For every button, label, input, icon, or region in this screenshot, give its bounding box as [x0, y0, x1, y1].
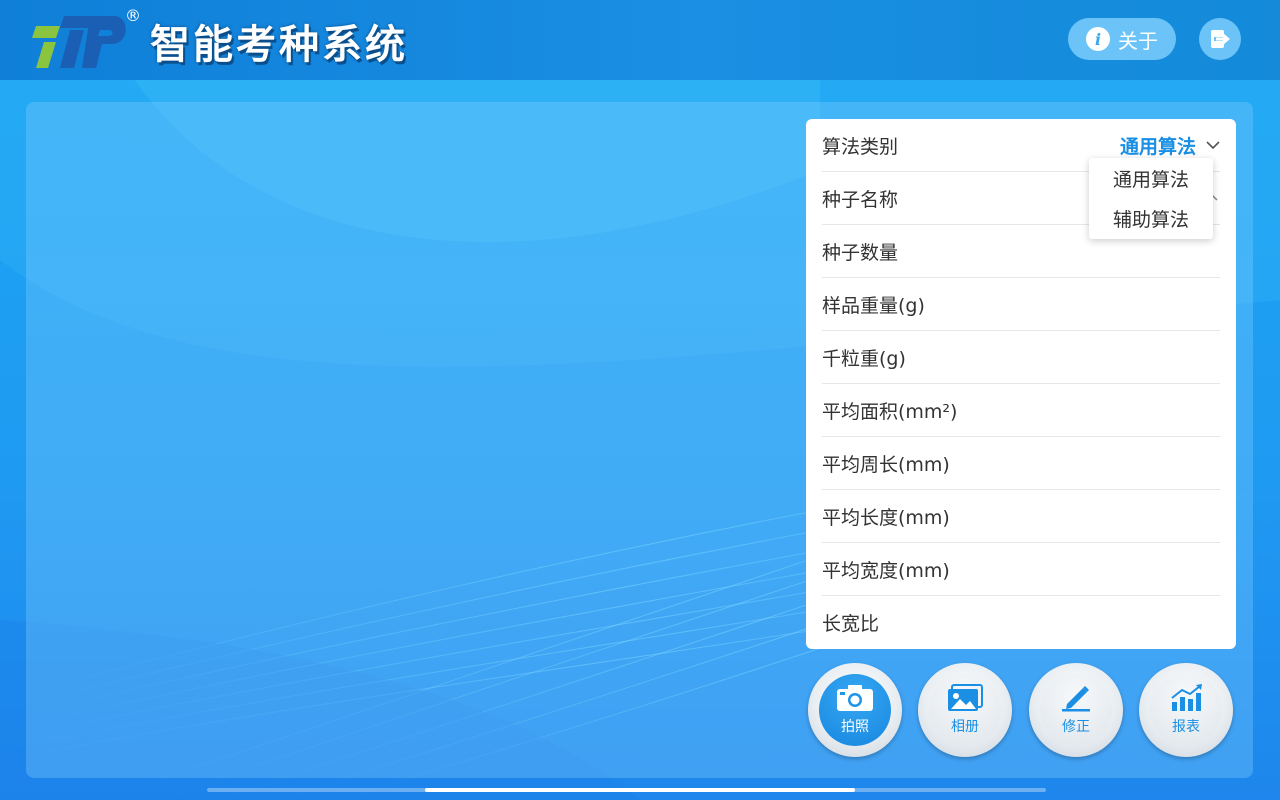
average-length-row: 平均长度(mm) — [822, 490, 1220, 543]
thousand-grain-weight-label: 千粒重(g) — [822, 347, 906, 370]
average-length-label: 平均长度(mm) — [822, 506, 950, 529]
app-title: 智能考种系统 — [150, 22, 408, 68]
thousand-grain-weight-row: 千粒重(g) — [822, 331, 1220, 384]
page-indicator — [207, 788, 1046, 792]
info-icon: i — [1086, 27, 1110, 51]
aspect-ratio-label: 长宽比 — [822, 613, 880, 635]
average-area-row: 平均面积(mm²) — [822, 384, 1220, 437]
dropdown-option-general[interactable]: 通用算法 — [1089, 158, 1213, 198]
edit-button-label: 修正 — [1062, 719, 1090, 735]
algorithm-dropdown: 通用算法 辅助算法 — [1089, 158, 1213, 239]
logout-icon — [1211, 30, 1230, 48]
camera-button-label: 拍照 — [841, 719, 869, 735]
gallery-button-label: 相册 — [951, 719, 979, 735]
camera-icon — [837, 685, 873, 711]
dropdown-option-auxiliary[interactable]: 辅助算法 — [1089, 198, 1213, 238]
gallery-icon — [948, 684, 983, 711]
registered-mark: ® — [125, 6, 141, 25]
seed-name-label: 种子名称 — [822, 188, 899, 211]
edit-button[interactable]: 修正 — [1029, 663, 1123, 757]
chevron-down-icon — [1206, 141, 1220, 150]
algorithm-value: 通用算法 — [1119, 135, 1196, 158]
average-perimeter-row: 平均周长(mm) — [822, 437, 1220, 490]
report-button-label: 报表 — [1172, 719, 1200, 735]
gallery-button[interactable]: 相册 — [918, 663, 1012, 757]
report-button[interactable]: 报表 — [1139, 663, 1233, 757]
sample-weight-row[interactable]: 样品重量(g) — [822, 278, 1220, 331]
camera-button[interactable]: 拍照 — [808, 663, 902, 757]
average-area-label: 平均面积(mm²) — [822, 400, 958, 423]
report-chart-icon — [1171, 684, 1202, 711]
page-indicator-thumb — [425, 788, 855, 792]
about-button-label: 关于 — [1118, 28, 1158, 53]
logout-button[interactable] — [1199, 18, 1241, 60]
average-width-row: 平均宽度(mm) — [822, 543, 1220, 596]
app-header: ® 智能考种系统 i 关于 — [0, 0, 1280, 80]
average-width-label: 平均宽度(mm) — [822, 559, 950, 582]
algorithm-select[interactable]: 通用算法 — [1120, 132, 1220, 159]
aspect-ratio-row: 长宽比 — [822, 596, 1220, 649]
seed-count-label: 种子数量 — [822, 241, 899, 264]
average-perimeter-label: 平均周长(mm) — [822, 453, 950, 476]
app-logo — [32, 16, 126, 68]
edit-icon — [1062, 686, 1090, 712]
algorithm-label: 算法类别 — [822, 135, 899, 158]
sample-weight-label: 样品重量(g) — [822, 294, 925, 317]
about-button[interactable]: i 关于 — [1068, 18, 1176, 60]
